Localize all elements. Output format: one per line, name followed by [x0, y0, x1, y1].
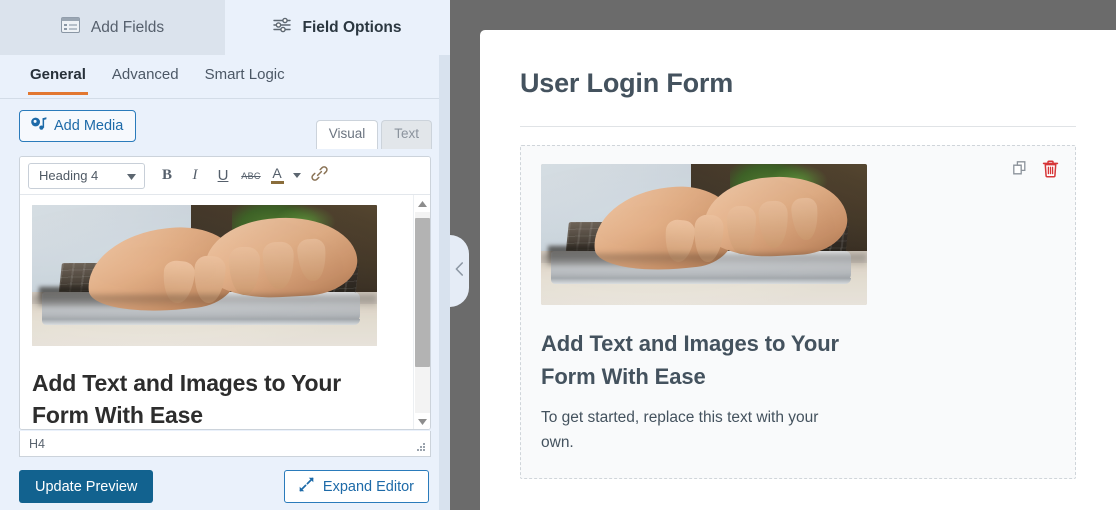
preview-inline-image: [541, 164, 867, 305]
chevron-down-icon: [127, 168, 136, 183]
chevron-left-icon: [455, 261, 464, 281]
expand-arrows-icon: [299, 477, 314, 496]
underline-button[interactable]: U: [209, 162, 237, 190]
content-field-block[interactable]: Add Text and Images to Your Form With Ea…: [520, 145, 1076, 479]
subtab-advanced[interactable]: Advanced: [110, 55, 181, 95]
scroll-down-arrow-icon[interactable]: [414, 413, 430, 429]
editor-tab-text-label: Text: [394, 126, 419, 141]
panel-scrollbar[interactable]: [439, 55, 450, 510]
rich-text-editor: Heading 4 B I U ABC A Add Text and Image…: [19, 156, 431, 430]
field-action-buttons: [1012, 160, 1059, 183]
preview-body-text: To get started, replace this text with y…: [541, 409, 819, 451]
scroll-up-arrow-icon[interactable]: [414, 195, 430, 212]
list-panel-icon: [60, 17, 80, 38]
expand-editor-button[interactable]: Expand Editor: [283, 470, 429, 503]
resize-grip-icon[interactable]: [414, 441, 426, 453]
form-preview-panel: User Login Form Add Text and Images to Y…: [480, 30, 1116, 510]
field-options-panel: Add Fields Field Options General Advance…: [0, 0, 450, 510]
laptop-typing-photo: [32, 205, 377, 346]
tab-field-options[interactable]: Field Options: [225, 0, 450, 55]
editor-heading-text[interactable]: Add Text and Images to Your Form With Ea…: [32, 368, 362, 429]
subtab-general[interactable]: General: [28, 55, 88, 95]
laptop-typing-photo: [541, 164, 867, 305]
italic-glyph: I: [192, 167, 198, 183]
title-divider: [520, 126, 1076, 127]
form-title: User Login Form: [520, 68, 734, 98]
scrollbar-thumb[interactable]: [415, 218, 430, 367]
editor-status-bar: H4: [19, 431, 431, 457]
subtab-smart-logic[interactable]: Smart Logic: [203, 55, 287, 95]
italic-button[interactable]: I: [181, 162, 209, 190]
trash-icon[interactable]: [1042, 160, 1059, 183]
insert-link-button[interactable]: [305, 162, 333, 190]
format-select-value: Heading 4: [39, 168, 99, 183]
subtab-advanced-label: Advanced: [111, 66, 179, 83]
app-root: Add Fields Field Options General Advance…: [0, 0, 1116, 510]
expand-editor-label: Expand Editor: [322, 478, 414, 495]
field-options-subtabs: General Advanced Smart Logic: [0, 55, 450, 99]
editor-toolbar: Heading 4 B I U ABC A: [20, 157, 430, 195]
add-media-button[interactable]: Add Media: [19, 110, 137, 142]
text-color-swatch: [270, 181, 284, 184]
editor-mode-tabs: Visual Text: [315, 120, 432, 149]
editor-tab-visual-label: Visual: [328, 126, 366, 141]
panel-divider: [450, 0, 480, 510]
strikethrough-button[interactable]: ABC: [237, 162, 265, 190]
sliders-icon: [273, 17, 292, 38]
text-color-button[interactable]: A: [265, 162, 289, 190]
tab-field-options-label: Field Options: [302, 18, 402, 36]
subtab-general-label: General: [30, 66, 86, 83]
bold-glyph: B: [161, 167, 172, 183]
editor-tab-visual[interactable]: Visual: [315, 120, 379, 149]
update-preview-label: Update Preview: [35, 478, 138, 495]
preview-heading-text: Add Text and Images to Your Form With Ea…: [541, 331, 840, 389]
editor-content-area[interactable]: Add Text and Images to Your Form With Ea…: [20, 195, 430, 429]
underline-glyph: U: [217, 167, 229, 184]
link-icon: [310, 165, 328, 186]
text-color-dropdown-button[interactable]: [289, 162, 305, 190]
tab-add-fields[interactable]: Add Fields: [0, 0, 225, 55]
collapse-panel-handle[interactable]: [450, 235, 469, 307]
update-preview-button[interactable]: Update Preview: [19, 470, 154, 503]
media-icon: [30, 116, 47, 136]
panel-tab-bar: Add Fields Field Options: [0, 0, 450, 55]
editor-inline-image[interactable]: [32, 205, 377, 346]
text-color-glyph: A: [272, 165, 282, 181]
format-select[interactable]: Heading 4: [28, 162, 145, 189]
strikethrough-glyph: ABC: [241, 170, 261, 181]
editor-tab-text[interactable]: Text: [381, 120, 432, 149]
bold-button[interactable]: B: [153, 162, 181, 190]
copy-icon[interactable]: [1012, 160, 1030, 183]
tab-add-fields-label: Add Fields: [90, 18, 165, 36]
add-media-label: Add Media: [54, 118, 124, 134]
subtab-smart-logic-label: Smart Logic: [204, 66, 285, 83]
editor-status-text: H4: [29, 436, 45, 451]
chevron-down-icon: [293, 173, 301, 178]
editor-scrollbar[interactable]: [413, 195, 430, 429]
